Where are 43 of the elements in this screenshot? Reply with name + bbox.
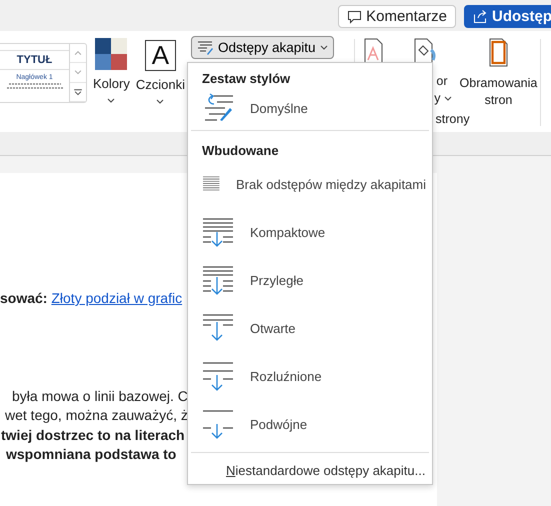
- command-label[interactable]: Obramowania: [460, 75, 538, 92]
- command-label[interactable]: or: [436, 73, 448, 90]
- caret-icon: [107, 97, 116, 103]
- body-text: sować:: [0, 290, 48, 306]
- menu-item[interactable]: Otwarte: [188, 304, 432, 352]
- spacing-icon: [196, 40, 214, 56]
- command-label[interactable]: y: [434, 90, 441, 107]
- menu-item[interactable]: Brak odstępów między akapitami: [188, 160, 432, 208]
- share-button[interactable]: Udostęp: [464, 5, 551, 28]
- link[interactable]: Złoty podział w grafic: [51, 290, 182, 306]
- fonts-label[interactable]: Czcionki: [136, 77, 185, 92]
- command-label[interactable]: stron: [484, 92, 512, 109]
- spacing-arrow-icon: [203, 409, 234, 439]
- menu-item[interactable]: Podwójne: [188, 400, 432, 448]
- spacing-arrow-icon: [203, 361, 234, 391]
- body-text: twiej dostrzec to na literach: [1, 427, 185, 443]
- menu-item[interactable]: Domyślne: [188, 90, 432, 126]
- spacing-arrow-icon: [203, 313, 234, 343]
- group-label: strony: [434, 112, 471, 126]
- body-text: wspomniana podstawa to: [6, 446, 176, 462]
- comments-button[interactable]: Komentarze: [338, 5, 456, 28]
- spacing-arrow-icon: [203, 265, 234, 295]
- menu-item[interactable]: Rozluźnione: [188, 352, 432, 400]
- caret-icon: [156, 98, 164, 104]
- menu-item[interactable]: Niestandardowe odstępy akapitu...: [188, 457, 426, 478]
- menu-item[interactable]: Kompaktowe: [188, 208, 432, 256]
- color-palette-icon: [95, 38, 128, 70]
- share-icon: [473, 9, 488, 24]
- comment-icon: [347, 10, 362, 24]
- section-heading: Wbudowane: [201, 142, 280, 160]
- section-heading: Zestaw stylów: [201, 70, 292, 88]
- body-text: była mowa o linii bazowej. C: [12, 388, 188, 404]
- body-text: wet tego, można zauważyć, ż: [5, 407, 188, 423]
- font-icon: A: [144, 40, 176, 71]
- caret-icon: [320, 45, 328, 50]
- caret-icon: [444, 96, 452, 101]
- page-borders-icon: [488, 38, 508, 67]
- menu-item[interactable]: Przyległe: [188, 256, 432, 304]
- style-title: TYTUŁ: [0, 50, 69, 70]
- reset-brush-icon: [203, 93, 234, 123]
- paragraph-spacing-button[interactable]: Odstępy akapitu: [190, 36, 334, 59]
- colors-label[interactable]: Kolory: [93, 76, 130, 91]
- spacing-arrow-icon: [203, 217, 234, 247]
